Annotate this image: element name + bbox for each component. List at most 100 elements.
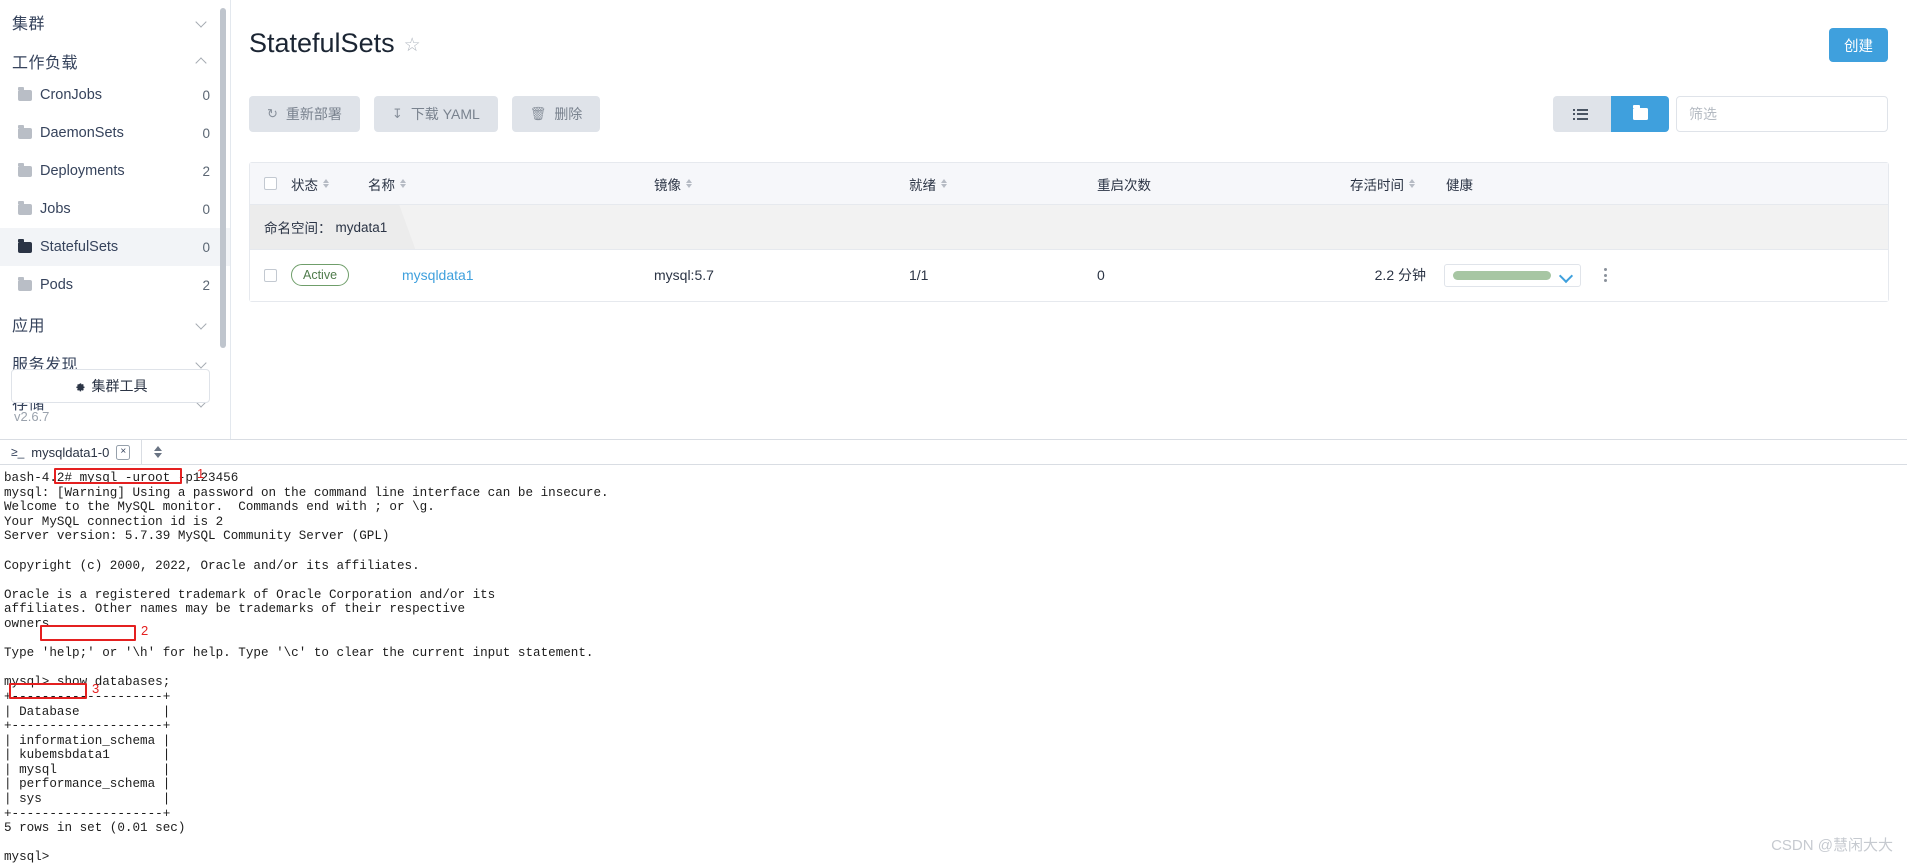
folder-view-button[interactable] <box>1611 96 1669 132</box>
sidebar-group-apps[interactable]: 应用 <box>0 308 230 339</box>
column-label: 名称 <box>368 177 395 193</box>
page-title: StatefulSets <box>249 28 395 58</box>
column-header-image[interactable]: 镜像 <box>654 174 909 194</box>
sidebar: 集群 工作负载 CronJobs 0 DaemonSets 0 Deployme… <box>0 0 231 439</box>
terminal-line: Oracle is a registered trademark of Orac… <box>4 587 496 602</box>
row-ready: 1/1 <box>909 267 929 283</box>
sidebar-item-label: Deployments <box>40 163 125 179</box>
sidebar-group-workloads[interactable]: 工作负载 <box>0 45 230 76</box>
download-yaml-button[interactable]: ↧ 下载 YAML <box>373 96 498 132</box>
sidebar-item-statefulsets[interactable]: StatefulSets 0 <box>0 228 230 266</box>
namespace-value: mydata1 <box>335 219 388 235</box>
column-label: 重启次数 <box>1097 177 1151 193</box>
table-row[interactable]: Active mysqldata1 mysql:5.7 1/1 0 2.2 分钟 <box>250 249 1888 301</box>
sort-icon <box>686 179 692 188</box>
redeploy-button[interactable]: ↻ 重新部署 <box>249 96 360 132</box>
column-header-status[interactable]: 状态 <box>291 174 368 194</box>
row-restarts: 0 <box>1097 267 1105 283</box>
sidebar-group-cluster[interactable]: 集群 <box>0 6 230 37</box>
version-label: v2.6.7 <box>14 409 50 424</box>
sidebar-item-daemonsets[interactable]: DaemonSets 0 <box>0 114 230 152</box>
row-more-actions-button[interactable] <box>1601 265 1610 285</box>
close-icon[interactable]: × <box>116 444 131 460</box>
namespace-band: 命名空间： mydata1 <box>250 205 1888 250</box>
row-health-indicator[interactable] <box>1444 263 1581 287</box>
sidebar-item-label: CronJobs <box>40 87 103 103</box>
terminal-output[interactable]: bash-4.2# mysql -uroot -p123456 mysql: [W… <box>0 465 1907 863</box>
terminal-line: Server version: 5.7.39 MySQL Community S… <box>4 529 390 544</box>
status-badge: Active <box>291 264 350 286</box>
terminal-resize-handle[interactable] <box>142 440 174 464</box>
folder-icon <box>18 200 32 215</box>
sidebar-group-label: 应用 <box>12 317 46 335</box>
column-header-age[interactable]: 存活时间 <box>1350 174 1426 194</box>
expand-collapse-icon <box>154 446 163 458</box>
terminal-line: | information_schema | <box>4 733 171 748</box>
terminal-prompt-icon: ≥_ <box>11 445 25 459</box>
sidebar-item-label: DaemonSets <box>40 125 124 141</box>
row-age: 2.2 分钟 <box>1374 267 1426 283</box>
sidebar-item-cronjobs[interactable]: CronJobs 0 <box>0 76 230 114</box>
list-view-button[interactable] <box>1553 96 1611 132</box>
terminal-line: affiliates. Other names may be trademark… <box>4 602 466 617</box>
folder-icon <box>18 238 32 253</box>
terminal-line: | Database | <box>4 704 171 719</box>
cluster-tools-button[interactable]: 集群工具 <box>11 369 210 403</box>
terminal-tab-bar: ≥_ mysqldata1-0 × <box>0 440 1907 465</box>
terminal-line: 5 rows in set (0.01 sec) <box>4 821 186 836</box>
terminal-line: +--------------------+ <box>4 689 171 704</box>
terminal-panel: ≥_ mysqldata1-0 × bash-4.2# mysql -uroot… <box>0 440 1907 863</box>
main-content: StatefulSets ☆ 创建 ↻ 重新部署 ↧ 下载 YAML 🗑 删除 <box>231 0 1907 439</box>
sidebar-group-label: 集群 <box>12 15 46 33</box>
terminal-line: mysql: [Warning] Using a password on the… <box>4 485 609 500</box>
terminal-tab-mysqldata1-0[interactable]: ≥_ mysqldata1-0 × <box>0 440 143 464</box>
sidebar-item-jobs[interactable]: Jobs 0 <box>0 190 230 228</box>
filter-input[interactable] <box>1676 96 1888 132</box>
sidebar-item-label: StatefulSets <box>40 239 119 255</box>
sidebar-scrollbar[interactable] <box>220 8 226 348</box>
row-image: mysql:5.7 <box>654 267 714 283</box>
sidebar-item-pods[interactable]: Pods 2 <box>0 266 230 304</box>
select-all-checkbox[interactable] <box>264 177 277 190</box>
watermark: CSDN @慧闲大大 <box>1771 837 1893 854</box>
sidebar-item-count: 2 <box>202 277 210 293</box>
column-header-ready[interactable]: 就绪 <box>909 174 1097 194</box>
cluster-tools-label: 集群工具 <box>91 378 148 394</box>
sidebar-item-count: 0 <box>202 125 210 141</box>
row-name-link[interactable]: mysqldata1 <box>368 267 654 283</box>
sort-icon <box>323 179 329 188</box>
chevron-down-icon[interactable] <box>1561 270 1572 281</box>
sidebar-item-label: Jobs <box>40 201 71 217</box>
sidebar-item-count: 0 <box>202 87 210 103</box>
column-header-name[interactable]: 名称 <box>368 174 654 194</box>
view-mode-toggle <box>1553 96 1669 132</box>
create-button[interactable]: 创建 <box>1829 28 1888 62</box>
delete-button[interactable]: 🗑 删除 <box>511 96 601 132</box>
health-bar <box>1453 270 1551 280</box>
folder-view-icon <box>1632 105 1648 120</box>
row-checkbox[interactable] <box>264 268 277 282</box>
terminal-line: | mysql | <box>4 762 171 777</box>
terminal-line: mysql> show databases; <box>4 675 171 690</box>
folder-icon <box>18 124 32 139</box>
column-label: 存活时间 <box>1350 177 1404 193</box>
action-toolbar: ↻ 重新部署 ↧ 下载 YAML 🗑 删除 <box>249 96 601 132</box>
chevron-down-icon <box>196 357 208 369</box>
terminal-line: Your MySQL connection id is 2 <box>4 514 224 529</box>
redeploy-label: 重新部署 <box>285 106 342 122</box>
gear-icon <box>75 383 84 392</box>
terminal-line: | performance_schema | <box>4 777 171 792</box>
delete-label: 删除 <box>554 106 583 122</box>
column-header-restarts: 重启次数 <box>1097 174 1350 194</box>
kubernetes-console-panel: 集群 工作负载 CronJobs 0 DaemonSets 0 Deployme… <box>0 0 1907 440</box>
sidebar-item-count: 0 <box>202 201 210 217</box>
list-view-icon <box>1572 108 1588 120</box>
sidebar-item-deployments[interactable]: Deployments 2 <box>0 152 230 190</box>
star-outline-icon[interactable]: ☆ <box>404 36 421 55</box>
sidebar-item-count: 0 <box>202 239 210 255</box>
column-label: 健康 <box>1446 177 1473 193</box>
